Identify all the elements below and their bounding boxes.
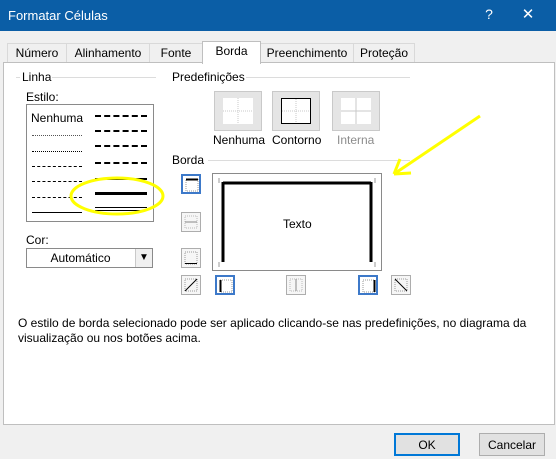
presets-title: Predefinições — [172, 70, 245, 84]
preset-none-swatch — [223, 98, 253, 124]
window-title: Formatar Células — [8, 8, 108, 23]
line-style-thin[interactable] — [32, 212, 82, 213]
line-style-medium-dashed[interactable] — [95, 162, 147, 164]
border-left-icon — [219, 279, 233, 293]
line-style-dashed-thin[interactable] — [32, 197, 82, 198]
border-left-button[interactable] — [215, 275, 235, 295]
preset-none-label[interactable]: Nenhuma — [213, 133, 265, 147]
border-inside-vertical-button[interactable] — [286, 275, 306, 295]
border-bottom-button[interactable] — [181, 248, 201, 268]
line-style-none[interactable]: Nenhuma — [31, 111, 83, 125]
preset-none-icon — [223, 98, 253, 124]
line-style-hair[interactable] — [32, 135, 82, 136]
border-right-icon — [362, 279, 376, 293]
tab-protecao[interactable]: Proteção — [353, 43, 415, 63]
preset-inside-icon — [341, 98, 371, 124]
presets-separator — [246, 77, 410, 78]
line-style-dash-dot-thin[interactable] — [32, 181, 82, 182]
ok-button[interactable]: OK — [394, 433, 460, 456]
border-top-button[interactable] — [181, 174, 201, 194]
tab-preenchimento[interactable]: Preenchimento — [260, 43, 354, 63]
title-bar: Formatar Células ? ✕ — [0, 0, 556, 31]
preview-text: Texto — [283, 217, 312, 231]
line-style-medium-dash-dot[interactable] — [95, 145, 147, 147]
line-style-slant-dash-dot[interactable] — [95, 130, 147, 132]
color-select[interactable]: Automático ▼ — [26, 248, 153, 268]
chevron-down-icon[interactable]: ▼ — [135, 249, 152, 267]
border-right-button[interactable] — [358, 275, 378, 295]
preset-inside-swatch — [341, 98, 371, 124]
preset-inside-label: Interna — [337, 133, 375, 147]
border-bottom-icon — [184, 251, 198, 265]
line-style-list[interactable]: Nenhuma — [26, 104, 154, 222]
help-button[interactable]: ? — [482, 6, 496, 22]
line-style-medium-dash-dot-dot[interactable] — [95, 115, 147, 117]
preset-outline-swatch — [281, 98, 311, 124]
line-style-dash-dot-dot-thin[interactable] — [32, 166, 82, 167]
preset-inside-button — [332, 91, 380, 131]
preset-outline-label[interactable]: Contorno — [272, 133, 321, 147]
tab-alinhamento[interactable]: Alinhamento — [66, 43, 150, 63]
border-inside-vertical-icon — [289, 278, 303, 292]
border-diagonal-down-button[interactable] — [391, 275, 411, 295]
line-style-medium-solid[interactable] — [95, 178, 147, 180]
line-section-separator-left — [16, 77, 20, 78]
preset-outline-button[interactable] — [272, 91, 320, 131]
border-separator — [208, 160, 410, 161]
style-label: Estilo: — [26, 90, 59, 104]
diagonal-down-icon — [394, 278, 408, 292]
description-text: O estilo de borda selecionado pode ser a… — [18, 316, 527, 345]
border-inside-horizontal-button[interactable] — [181, 212, 201, 232]
color-select-value: Automático — [50, 251, 111, 265]
line-section-separator — [52, 77, 156, 78]
line-style-double[interactable] — [95, 207, 147, 211]
border-diagonal-up-button[interactable] — [181, 275, 201, 295]
tab-numero[interactable]: Número — [7, 43, 67, 63]
line-style-dotted[interactable] — [32, 151, 82, 152]
color-label: Cor: — [26, 233, 49, 247]
cancel-button[interactable]: Cancelar — [479, 433, 545, 456]
border-preview[interactable]: Texto — [212, 173, 382, 271]
line-style-thick[interactable] — [95, 192, 147, 195]
close-button[interactable]: ✕ — [520, 5, 536, 23]
border-top-icon — [185, 178, 199, 192]
diagonal-up-icon — [184, 278, 198, 292]
preset-outline-icon — [281, 98, 311, 124]
border-inside-horizontal-icon — [184, 215, 198, 229]
tab-fonte[interactable]: Fonte — [149, 43, 203, 63]
line-section-title: Linha — [22, 70, 52, 84]
preset-none-button[interactable] — [214, 91, 262, 131]
tab-borda[interactable]: Borda — [202, 41, 261, 64]
border-title: Borda — [172, 153, 205, 167]
